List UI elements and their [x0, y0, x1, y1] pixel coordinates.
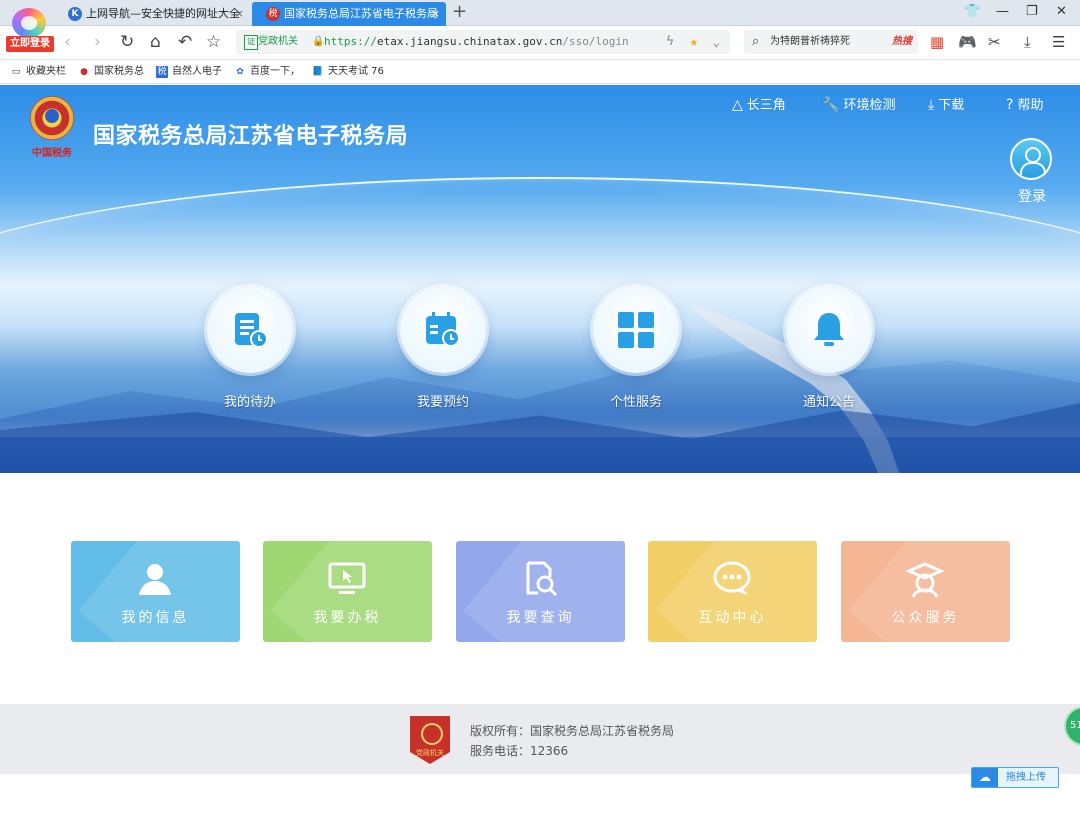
- restore-button[interactable]: ❐: [1026, 4, 1038, 19]
- hot-search-badge: 热搜: [892, 36, 912, 47]
- feature-appointment[interactable]: 我要预约: [398, 287, 488, 417]
- triangle-network-icon: △: [732, 97, 743, 113]
- skin-icon[interactable]: 👕: [964, 4, 980, 19]
- bookmark-item[interactable]: 📘 天天考试 76: [312, 60, 384, 84]
- bell-icon: [814, 313, 844, 346]
- star-icon[interactable]: ★: [690, 30, 698, 54]
- feature-notice[interactable]: 通知公告: [784, 287, 874, 417]
- feature-label: 我的待办: [223, 395, 276, 410]
- login-link[interactable]: 登录: [1018, 186, 1046, 206]
- feature-label: 通知公告: [802, 395, 855, 410]
- wrench-icon: 🔧: [822, 97, 840, 113]
- favorite-icon[interactable]: ☆: [206, 32, 221, 52]
- link-yangtze-delta[interactable]: △ 长三角: [732, 94, 786, 113]
- bookmark-item[interactable]: ● 国家税务总: [78, 60, 144, 84]
- reload-icon[interactable]: ↻: [120, 32, 134, 52]
- browser-brand[interactable]: 立即登录: [6, 6, 54, 52]
- tax-emblem-icon: ●: [80, 67, 88, 77]
- card-interaction[interactable]: 互动中心: [648, 541, 817, 642]
- card-label: 公众服务: [891, 610, 960, 626]
- link-env-check[interactable]: 🔧 环境检测: [822, 94, 895, 113]
- apps-icon[interactable]: ▦: [930, 33, 944, 51]
- login-avatar-icon[interactable]: [1010, 138, 1052, 180]
- page-title: 国家税务总局江苏省电子税务局: [93, 124, 409, 149]
- card-label: 互动中心: [698, 610, 767, 626]
- link-download[interactable]: ⤓ 下载: [928, 94, 964, 113]
- tab-etax[interactable]: 税 国家税务总局江苏省电子税务局 ×: [252, 2, 446, 26]
- address-toolbar: ‹ › ↻ ⌂ ↶ ☆ 党政机关 🔒 https://etax.jiangsu.…: [0, 26, 1080, 60]
- back-icon[interactable]: ‹: [64, 32, 71, 52]
- bookmark-folder[interactable]: ▭ 收藏夹栏: [10, 60, 66, 84]
- home-icon[interactable]: ⌂: [150, 32, 161, 52]
- service-phone: 服务电话：12366: [470, 744, 569, 758]
- tab-close-icon[interactable]: ×: [431, 2, 440, 26]
- feature-label: 个性服务: [609, 395, 662, 410]
- k-logo-icon: K: [68, 7, 82, 21]
- tax-emblem-logo: 中国税务: [24, 96, 80, 159]
- card-public-service[interactable]: 公众服务: [841, 541, 1010, 642]
- grid-icon: [618, 312, 654, 348]
- lock-icon: 🔒: [312, 36, 325, 47]
- card-tax-filing[interactable]: 我要办税: [263, 541, 432, 642]
- chevron-down-icon[interactable]: ⌄: [713, 30, 720, 54]
- card-label: 我的信息: [121, 610, 190, 626]
- todo-icon: [235, 313, 268, 348]
- card-query[interactable]: 我要查询: [456, 541, 625, 642]
- new-tab-button[interactable]: +: [452, 1, 467, 22]
- tax-emblem-icon: 税: [266, 7, 280, 21]
- help-icon: ?: [1006, 97, 1014, 113]
- feature-label: 我要预约: [416, 395, 469, 410]
- close-window-button[interactable]: ✕: [1056, 4, 1067, 19]
- game-icon[interactable]: 🎮: [958, 33, 977, 51]
- bookmark-item[interactable]: ✿ 百度一下，: [234, 60, 300, 84]
- cloud-icon: ☁: [972, 768, 998, 787]
- copyright-text: 版权所有：国家税务总局江苏省税务局: [470, 724, 675, 738]
- tab-label: 上网导航—安全快捷的网址大全: [86, 7, 240, 20]
- undo-icon[interactable]: ↶: [178, 32, 192, 52]
- footer: 党政机关 版权所有：国家税务总局江苏省税务局 服务电话：12366: [0, 704, 1080, 774]
- card-my-info[interactable]: 我的信息: [71, 541, 240, 642]
- download-icon[interactable]: ⤓: [1024, 33, 1031, 51]
- lightning-icon[interactable]: ϟ: [666, 30, 674, 54]
- feature-todo[interactable]: 我的待办: [205, 287, 295, 417]
- feature-personal-service[interactable]: 个性服务: [591, 287, 681, 417]
- tab-close-icon[interactable]: ×: [235, 2, 244, 26]
- search-icon: ⌕: [752, 34, 760, 49]
- search-box[interactable]: ⌕ 为特朗普祈祷猝死 热搜: [744, 30, 918, 54]
- baidu-paw-icon: ✿: [236, 67, 244, 77]
- forward-icon[interactable]: ›: [94, 32, 101, 52]
- card-label: 我要查询: [506, 610, 575, 626]
- gov-cert-badge: 党政机关: [244, 34, 298, 50]
- browser-tab-bar: K 上网导航—安全快捷的网址大全 × 税 国家税务总局江苏省电子税务局 × + …: [0, 0, 1080, 26]
- card-label: 我要办税: [313, 610, 382, 626]
- url-text: https://etax.jiangsu.chinatax.gov.cn/sso…: [324, 35, 629, 48]
- tax-app-icon: 税: [156, 66, 168, 78]
- book-icon: 📘: [312, 67, 324, 77]
- drag-upload-button[interactable]: ☁ 拖拽上传: [971, 767, 1059, 788]
- browser-login-button[interactable]: 立即登录: [6, 36, 54, 52]
- folder-icon: ▭: [11, 67, 21, 77]
- calendar-icon: [426, 312, 460, 347]
- browser-logo-icon: [12, 8, 46, 38]
- graduate-icon: [905, 562, 945, 598]
- minimize-button[interactable]: —: [996, 4, 1009, 19]
- bookmarks-bar: ▭ 收藏夹栏 ● 国家税务总 税自然人电子 ✿ 百度一下， 📘 天天考试 76: [0, 60, 1080, 84]
- download-icon: ⤓: [928, 97, 935, 113]
- gov-badge-icon: 党政机关: [410, 716, 450, 764]
- search-suggestion: 为特朗普祈祷猝死: [770, 36, 850, 47]
- user-icon: [139, 564, 171, 595]
- tab-label: 国家税务总局江苏省电子税务局: [284, 7, 438, 20]
- chat-icon: [713, 561, 751, 595]
- link-help[interactable]: ? 帮助: [1006, 94, 1043, 113]
- search-doc-icon: [526, 561, 558, 597]
- address-field[interactable]: 党政机关 🔒 https://etax.jiangsu.chinatax.gov…: [236, 30, 730, 54]
- menu-icon[interactable]: ☰: [1052, 33, 1065, 51]
- bookmark-item[interactable]: 税自然人电子: [156, 60, 222, 84]
- tab-navigation[interactable]: K 上网导航—安全快捷的网址大全 ×: [54, 2, 250, 26]
- monitor-icon: [328, 562, 366, 594]
- scissors-icon[interactable]: ✂: [988, 33, 1001, 51]
